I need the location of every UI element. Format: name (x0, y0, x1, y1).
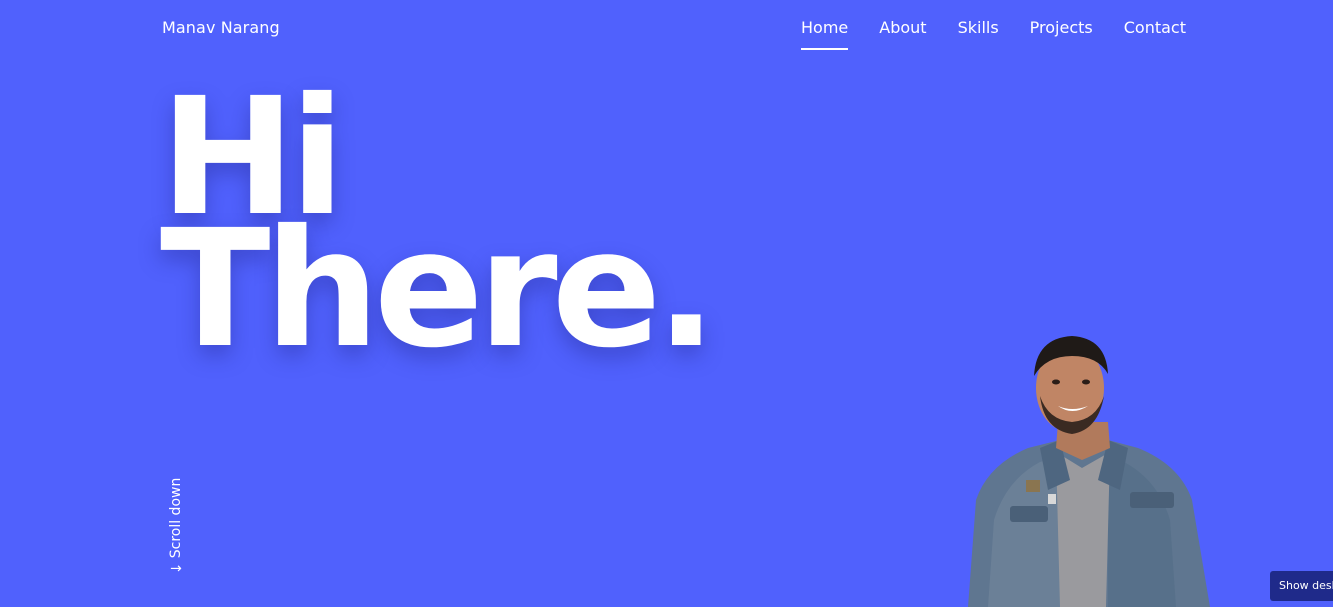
hero-line-2: There. (160, 196, 717, 384)
nav-skills[interactable]: Skills (958, 18, 999, 37)
hero-heading: Hi There. (160, 77, 717, 384)
arrow-down-icon: ← (170, 560, 182, 577)
page: Manav Narang Home About Skills Projects … (0, 0, 1333, 607)
nav-contact[interactable]: Contact (1124, 18, 1186, 37)
nav-home[interactable]: Home (801, 18, 849, 50)
scroll-down-label: Scroll down (168, 477, 184, 559)
nav-about[interactable]: About (879, 18, 926, 37)
scroll-down-link[interactable]: ←Scroll down (166, 464, 186, 576)
nav-projects[interactable]: Projects (1030, 18, 1093, 37)
scroll-down-text: ←Scroll down (166, 477, 186, 576)
brand-name[interactable]: Manav Narang (162, 18, 280, 37)
profile-photo (968, 336, 1210, 607)
show-desktop-button[interactable]: Show desk (1270, 571, 1333, 601)
main-nav: Home About Skills Projects Contact (801, 18, 1186, 50)
